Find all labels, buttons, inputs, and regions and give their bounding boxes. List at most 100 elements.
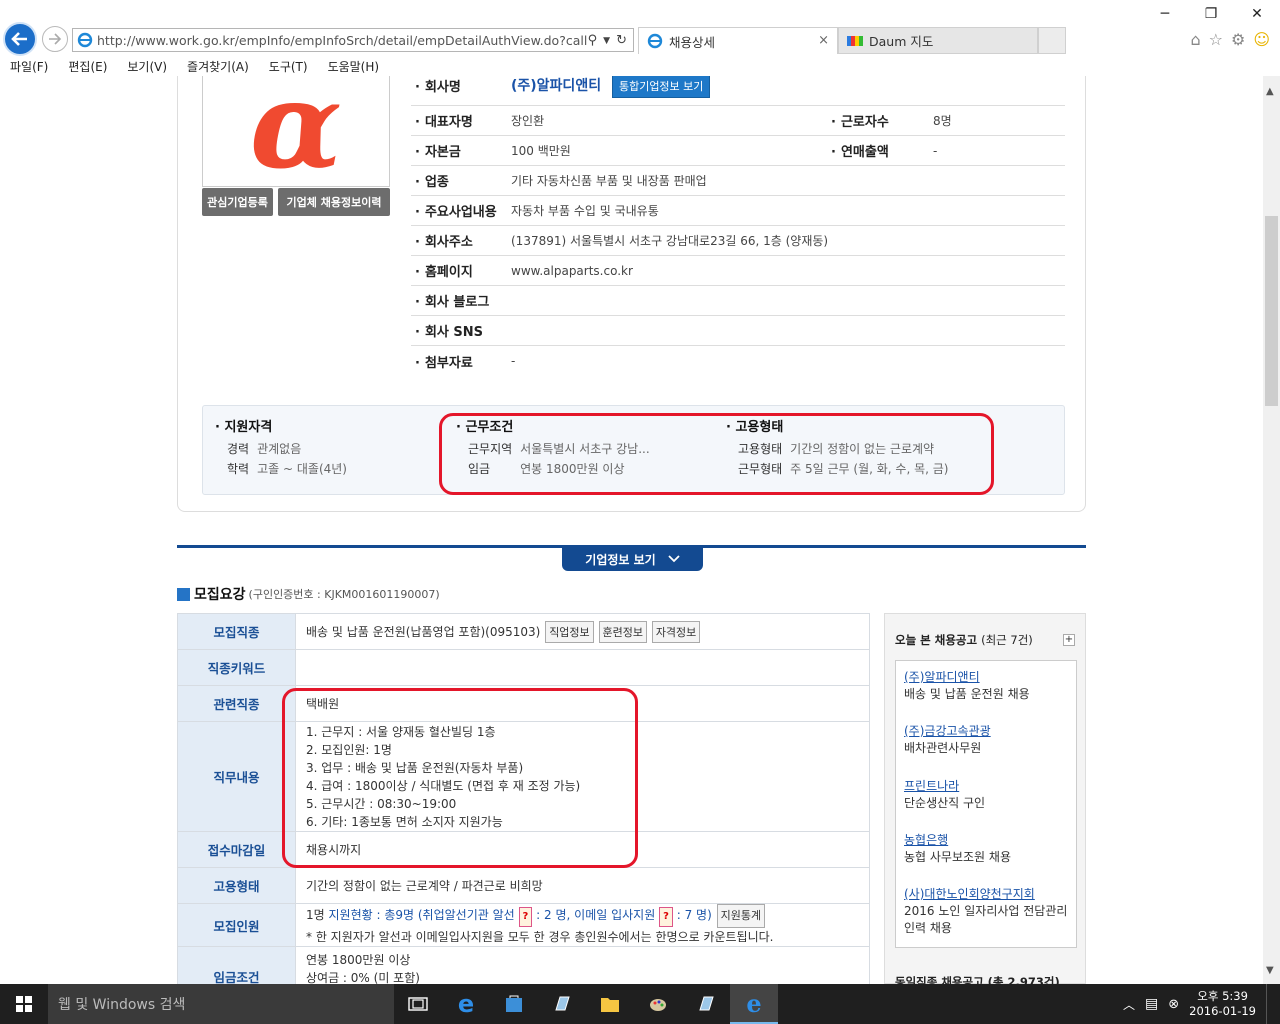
file-explorer-button[interactable] xyxy=(586,984,634,1024)
homepage-value[interactable]: www.alpaparts.co.kr xyxy=(511,264,633,278)
home-icon[interactable]: ⌂ xyxy=(1190,30,1200,49)
network-icon[interactable]: ⊗ xyxy=(1168,997,1179,1012)
close-window-button[interactable]: ✕ xyxy=(1234,0,1280,28)
page-content: α 관심기업등록 기업체 채용정보이력 회사명 (주)알파디앤티 통합기업정보 … xyxy=(0,76,1263,984)
label-homepage: 홈페이지 xyxy=(411,261,511,280)
ie-toolbar: ⌂ ☆ ⚙ ☺ xyxy=(1190,30,1270,49)
edge-icon: e xyxy=(457,990,475,1018)
related-label: 관련직종 xyxy=(177,685,296,722)
ie-button[interactable]: e xyxy=(730,984,778,1024)
recent-company-link[interactable]: (사)대한노인회양천구지회 xyxy=(904,886,1070,903)
forward-button[interactable] xyxy=(42,26,68,52)
job-info-button[interactable]: 직업정보 xyxy=(545,620,594,643)
menu-file[interactable]: 파일(F) xyxy=(0,56,58,76)
search-icon[interactable]: ⚲ xyxy=(588,33,598,48)
ie-tab-icon xyxy=(647,33,663,49)
industry-value: 기타 자동차신품 부품 및 내장품 판매업 xyxy=(511,174,707,188)
show-desktop-button[interactable] xyxy=(1266,984,1270,1024)
address-value: (137891) 서울특별시 서초구 강남대로23길 66, 1층 (양재동) xyxy=(511,234,829,248)
paint-button[interactable] xyxy=(634,984,682,1024)
recent-company-link[interactable]: 농협은행 xyxy=(904,832,1011,849)
maximize-button[interactable]: ❐ xyxy=(1188,0,1234,28)
list-item[interactable]: 농협은행 농협 사무보조원 채용 xyxy=(904,832,1011,866)
menu-view[interactable]: 보기(V) xyxy=(117,56,177,76)
recent-company-link[interactable]: (주)알파디앤티 xyxy=(904,669,1030,686)
menu-edit[interactable]: 편집(E) xyxy=(58,56,117,76)
tray-expand-icon[interactable]: ︿ xyxy=(1123,996,1135,1013)
close-tab-icon[interactable]: × xyxy=(818,33,829,48)
capital-value: 100 백만원 xyxy=(511,144,571,158)
notes-app-button-2[interactable] xyxy=(682,984,730,1024)
scroll-down-icon[interactable]: ▼ xyxy=(1266,965,1274,976)
clock[interactable]: 오후 5:39 2016-01-19 xyxy=(1189,989,1256,1019)
task-view-button[interactable] xyxy=(394,984,442,1024)
help-icon[interactable]: ? xyxy=(659,907,673,927)
wage-line: 상여금 : 0% (미 포함) xyxy=(306,971,420,984)
row-capital: 자본금 100 백만원 연매출액 - xyxy=(411,136,1065,166)
scroll-thumb[interactable] xyxy=(1265,216,1278,406)
arrow-right-icon xyxy=(49,33,62,45)
same-job-count[interactable]: 동일직종 채용공고 (총 2,973건) xyxy=(895,974,1060,984)
recent-job-title: 2016 노인 일자리사업 전담관리인력 채용 xyxy=(904,904,1068,935)
tab-label: 채용상세 xyxy=(669,34,716,50)
list-item[interactable]: (주)금강고속관광 배차관련사무원 xyxy=(904,723,991,757)
refresh-icon[interactable]: ↻ xyxy=(616,33,627,48)
register-interest-button[interactable]: 관심기업등록 xyxy=(202,188,273,216)
notes-app-button[interactable] xyxy=(538,984,586,1024)
clock-time: 오후 5:39 xyxy=(1197,989,1248,1003)
list-item[interactable]: (주)알파디앤티 배송 및 납품 운전원 채용 xyxy=(904,669,1030,703)
dropdown-icon[interactable]: ▼ xyxy=(603,33,610,48)
new-tab-button[interactable] xyxy=(1038,27,1066,54)
tab-job-detail[interactable]: 채용상세 × xyxy=(638,27,838,54)
license-info-button[interactable]: 자격정보 xyxy=(651,620,701,643)
start-button[interactable] xyxy=(0,984,48,1024)
address-bar[interactable]: http://www.work.go.kr/empInfo/empInfoSrc… xyxy=(72,28,634,52)
expand-plus-icon[interactable]: + xyxy=(1063,634,1075,646)
label-industry: 업종 xyxy=(411,171,511,190)
label-company-name: 회사명 xyxy=(411,76,511,95)
recruit-title: 모집요강 xyxy=(194,587,246,603)
sidebar-title: 오늘 본 채용공고 xyxy=(895,633,978,647)
menu-tools[interactable]: 도구(T) xyxy=(259,56,318,76)
row-ceo: 대표자명 장인환 근로자수 8명 xyxy=(411,106,1065,136)
ceo-value: 장인환 xyxy=(511,114,545,128)
minimize-button[interactable]: ─ xyxy=(1142,0,1188,28)
folder-icon xyxy=(601,998,619,1012)
job-value: 배송 및 납품 운전원(납품영업 포함)(095103) xyxy=(306,624,541,639)
tab-daum-map[interactable]: Daum 지도 xyxy=(838,27,1038,54)
company-info-toggle-button[interactable]: 기업정보 보기 xyxy=(562,547,703,571)
url-text[interactable]: http://www.work.go.kr/empInfo/empInfoSrc… xyxy=(97,33,588,48)
store-button[interactable] xyxy=(490,984,538,1024)
job-label: 모집직종 xyxy=(177,613,296,650)
label-sales: 연매출액 xyxy=(831,141,889,160)
training-info-button[interactable]: 훈련정보 xyxy=(598,620,647,643)
gear-icon[interactable]: ⚙ xyxy=(1231,30,1245,49)
favorites-star-icon[interactable]: ☆ xyxy=(1209,30,1223,49)
list-item[interactable]: (사)대한노인회양천구지회 2016 노인 일자리사업 전담관리인력 채용 xyxy=(904,886,1070,937)
hiring-history-button[interactable]: 기업체 채용정보이력 xyxy=(278,188,390,216)
recent-company-link[interactable]: (주)금강고속관광 xyxy=(904,723,991,740)
vertical-scrollbar[interactable]: ▲ ▼ xyxy=(1263,76,1280,984)
smiley-icon[interactable]: ☺ xyxy=(1253,30,1270,49)
list-item[interactable]: 프린트나라 단순생산직 구인 xyxy=(904,778,985,812)
taskbar-search[interactable]: 웹 및 Windows 검색 xyxy=(48,984,394,1024)
scroll-up-icon[interactable]: ▲ xyxy=(1266,86,1274,97)
recruit-subtitle: (구인인증번호 : KJKM001601190007) xyxy=(248,588,440,601)
back-button[interactable] xyxy=(3,22,37,56)
business-value: 자동차 부품 수입 및 국내유통 xyxy=(511,204,659,218)
red-highlight-circle xyxy=(282,688,638,868)
stats-button[interactable]: 지원통계 xyxy=(716,904,766,928)
count-mid: : 2 명, 이메일 입사지원 xyxy=(536,908,656,922)
help-icon[interactable]: ? xyxy=(518,907,533,927)
menu-favorites[interactable]: 즐겨찾기(A) xyxy=(177,56,259,76)
edge-button[interactable]: e xyxy=(442,984,490,1024)
recent-company-link[interactable]: 프린트나라 xyxy=(904,778,985,795)
menu-help[interactable]: 도움말(H) xyxy=(318,56,390,76)
count-status: 지원현황 : 총9명 (취업알선기관 알선 xyxy=(328,908,515,922)
arrow-left-icon xyxy=(11,32,27,46)
message-icon[interactable]: ▤ xyxy=(1145,996,1158,1012)
table-row: 임금조건 연봉 1800만원 이상 상여금 : 0% (미 포함) xyxy=(177,946,870,984)
label-business: 주요사업내용 xyxy=(411,201,511,220)
ie-icon: e xyxy=(746,988,762,1018)
integrated-info-button[interactable]: 통합기업정보 보기 xyxy=(611,76,711,98)
